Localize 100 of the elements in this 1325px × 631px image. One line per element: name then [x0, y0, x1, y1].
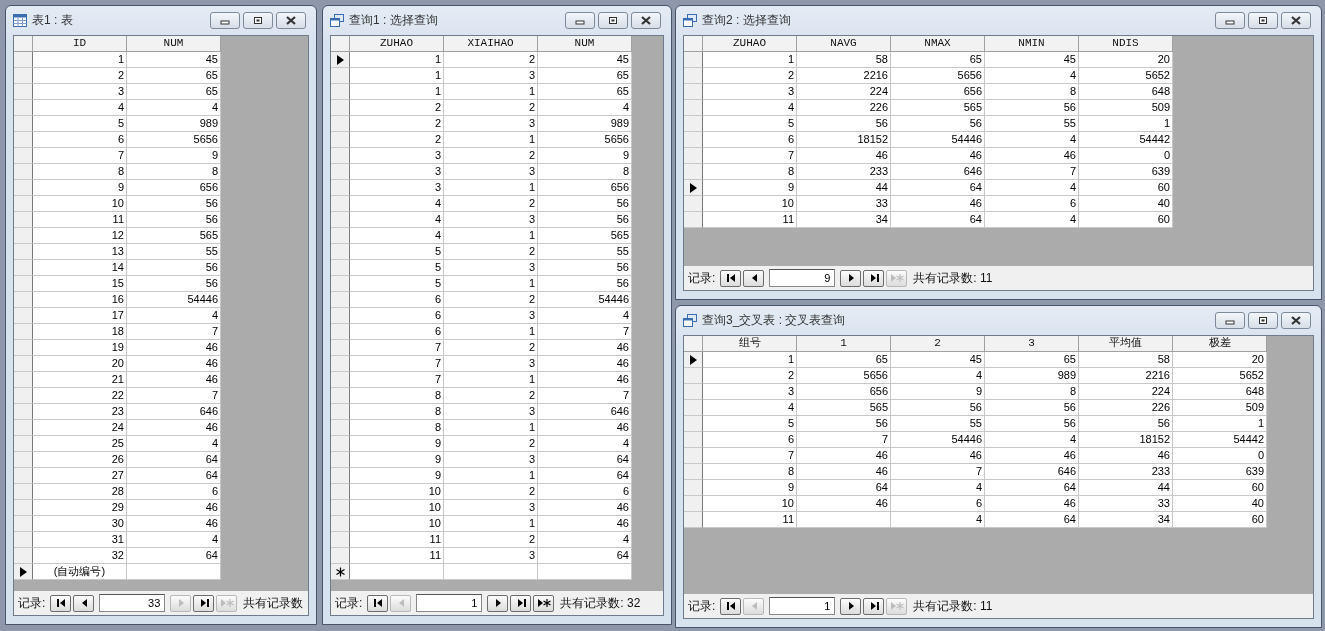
- table-cell: 17: [33, 308, 127, 324]
- restore-button[interactable]: [243, 12, 273, 29]
- table-cell: 8: [350, 388, 444, 404]
- first-record-button[interactable]: [720, 597, 742, 615]
- table-cell: 64: [985, 480, 1079, 496]
- table-cell: 9: [703, 480, 797, 496]
- column-header[interactable]: NDIS: [1079, 36, 1173, 52]
- table-cell: 6: [703, 432, 797, 448]
- table-cell: 646: [891, 164, 985, 180]
- table-cell: 56: [797, 416, 891, 432]
- column-header[interactable]: ID: [33, 36, 127, 52]
- table-cell: 46: [538, 420, 632, 436]
- table-cell: 14: [33, 260, 127, 276]
- record-number-field[interactable]: 33: [99, 594, 166, 612]
- column-header[interactable]: ZUHAO: [703, 36, 797, 52]
- table-cell: 1: [703, 352, 797, 368]
- table-cell: 46: [985, 448, 1079, 464]
- select-all-corner[interactable]: [684, 36, 703, 52]
- table-cell: 4: [891, 480, 985, 496]
- column-header[interactable]: 平均值: [1079, 336, 1173, 352]
- record-count: 共有记录数: 11: [913, 269, 993, 287]
- table-cell: 1: [350, 52, 444, 68]
- table-cell: 4: [703, 100, 797, 116]
- first-record-button[interactable]: [720, 269, 742, 287]
- table-cell: 5: [350, 276, 444, 292]
- table-cell: 46: [985, 148, 1079, 164]
- column-header[interactable]: 极差: [1173, 336, 1267, 352]
- close-button[interactable]: [1281, 12, 1311, 29]
- table-cell: 2: [444, 292, 538, 308]
- table-cell: 2: [444, 340, 538, 356]
- table-cell: 46: [538, 516, 632, 532]
- table-cell: 46: [797, 448, 891, 464]
- restore-button[interactable]: [1248, 312, 1278, 329]
- last-record-button[interactable]: [863, 597, 885, 615]
- previous-record-button[interactable]: [73, 594, 95, 612]
- column-header[interactable]: NAVG: [797, 36, 891, 52]
- record-number-field[interactable]: 1: [769, 597, 836, 615]
- table-cell: 1: [33, 52, 127, 68]
- column-header[interactable]: 组号: [703, 336, 797, 352]
- record-selector[interactable]: [684, 180, 703, 196]
- table-cell: 4: [985, 432, 1079, 448]
- table-cell: 0: [1079, 148, 1173, 164]
- record-selector[interactable]: [14, 564, 33, 580]
- column-header[interactable]: 1: [797, 336, 891, 352]
- table-cell: 4: [350, 228, 444, 244]
- table-cell: 509: [1079, 100, 1173, 116]
- record-selector[interactable]: [331, 52, 350, 68]
- close-button[interactable]: [631, 12, 661, 29]
- select-all-corner[interactable]: [14, 36, 33, 52]
- column-header[interactable]: ZUHAO: [350, 36, 444, 52]
- table-cell: 4: [703, 400, 797, 416]
- record-number-field[interactable]: 9: [769, 269, 836, 287]
- column-header[interactable]: NMAX: [891, 36, 985, 52]
- first-record-button[interactable]: [367, 594, 389, 612]
- column-header[interactable]: XIAIHAO: [444, 36, 538, 52]
- next-record-button[interactable]: [840, 269, 862, 287]
- restore-button[interactable]: [1248, 12, 1278, 29]
- table-cell: 8: [538, 164, 632, 180]
- table-cell: 639: [1079, 164, 1173, 180]
- table-cell: 6: [891, 496, 985, 512]
- record-selector[interactable]: [684, 352, 703, 368]
- table-cell: 4: [538, 436, 632, 452]
- close-button[interactable]: [276, 12, 306, 29]
- table-cell: 7: [127, 388, 221, 404]
- table-cell: 2: [444, 244, 538, 260]
- previous-record-button[interactable]: [743, 269, 765, 287]
- record-number-field[interactable]: 1: [416, 594, 483, 612]
- first-record-button[interactable]: [50, 594, 72, 612]
- table-cell: 18152: [797, 132, 891, 148]
- current-record-icon: [688, 182, 698, 193]
- new-record-button[interactable]: [533, 594, 555, 612]
- table-cell: 56: [891, 116, 985, 132]
- column-header[interactable]: 2: [891, 336, 985, 352]
- column-header[interactable]: NMIN: [985, 36, 1079, 52]
- next-record-button[interactable]: [840, 597, 862, 615]
- column-header[interactable]: 3: [985, 336, 1079, 352]
- table-cell: 46: [127, 356, 221, 372]
- table-cell: 46: [797, 464, 891, 480]
- table-cell: 45: [891, 352, 985, 368]
- table-cell: 4: [127, 308, 221, 324]
- table-cell: 4: [127, 436, 221, 452]
- table-cell: 3: [444, 116, 538, 132]
- record-selector[interactable]: [331, 564, 350, 580]
- table-cell: 3: [444, 548, 538, 564]
- table-cell: 20: [1173, 352, 1267, 368]
- table-cell: 46: [891, 148, 985, 164]
- table-cell: 58: [797, 52, 891, 68]
- last-record-button[interactable]: [193, 594, 215, 612]
- last-record-button[interactable]: [510, 594, 532, 612]
- table-cell: 30: [33, 516, 127, 532]
- close-button[interactable]: [1281, 312, 1311, 329]
- table-cell: 55: [538, 244, 632, 260]
- restore-button[interactable]: [598, 12, 628, 29]
- table-cell: 3: [444, 308, 538, 324]
- last-record-button[interactable]: [863, 269, 885, 287]
- next-record-button[interactable]: [487, 594, 509, 612]
- column-header[interactable]: NUM: [127, 36, 221, 52]
- table-cell: 2: [444, 52, 538, 68]
- table-cell: 46: [1079, 448, 1173, 464]
- column-header[interactable]: NUM: [538, 36, 632, 52]
